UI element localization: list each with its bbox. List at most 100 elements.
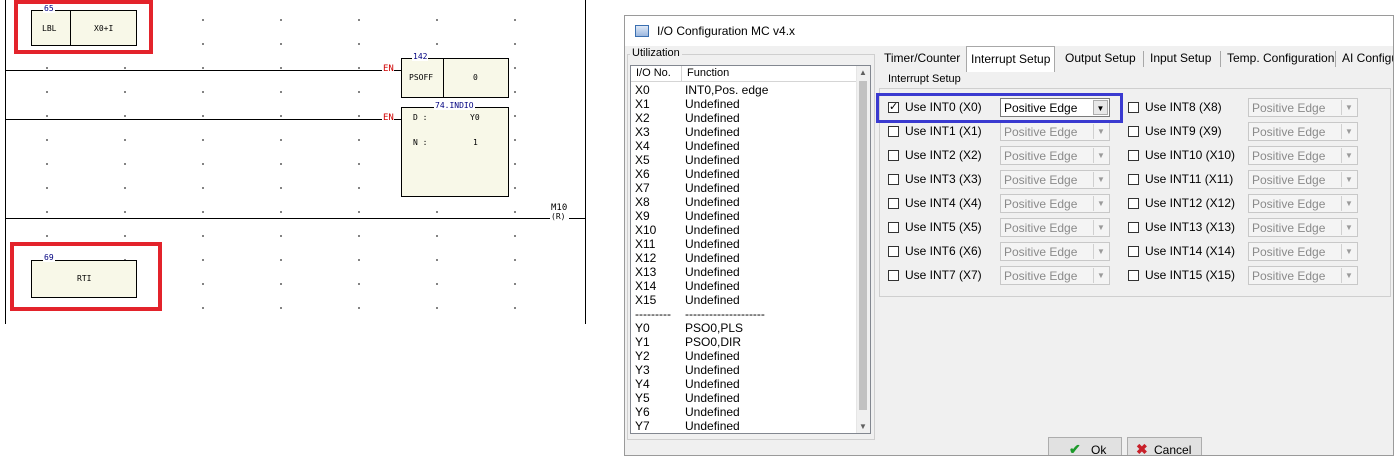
psoff-block[interactable]: PSOFF 0 bbox=[401, 58, 509, 98]
ok-button[interactable]: ✔ Ok bbox=[1048, 437, 1122, 455]
edge-select[interactable]: Positive Edge ▼ bbox=[1000, 266, 1110, 285]
int-checkbox[interactable] bbox=[1128, 150, 1139, 161]
column-header-io[interactable]: I/O No. bbox=[636, 67, 671, 79]
io-function: Undefined bbox=[685, 167, 740, 181]
int-checkbox-label[interactable]: Use INT9 (X9) bbox=[1145, 124, 1222, 138]
int-checkbox[interactable] bbox=[1128, 126, 1139, 137]
rung-line bbox=[5, 70, 382, 71]
int-checkbox-label[interactable]: Use INT14 (X14) bbox=[1145, 244, 1235, 258]
tab-ai-configu[interactable]: AI Configu bbox=[1338, 48, 1393, 71]
edge-select[interactable]: Positive Edge ▼ bbox=[1000, 194, 1110, 213]
x-icon: ✖ bbox=[1136, 441, 1148, 456]
int-checkbox-label[interactable]: Use INT3 (X3) bbox=[905, 172, 982, 186]
chevron-down-icon[interactable]: ▼ bbox=[1093, 220, 1108, 235]
io-number: Y0 bbox=[635, 321, 650, 335]
tab-output-setup[interactable]: Output Setup bbox=[1061, 48, 1140, 71]
int-checkbox-label[interactable]: Use INT13 (X13) bbox=[1145, 220, 1235, 234]
tab-input-setup[interactable]: Input Setup bbox=[1146, 48, 1215, 71]
chevron-down-icon[interactable]: ▼ bbox=[1341, 196, 1356, 211]
int-checkbox[interactable] bbox=[888, 222, 899, 233]
edge-select[interactable]: Positive Edge ▼ bbox=[1248, 170, 1358, 189]
chevron-down-icon[interactable]: ▼ bbox=[1093, 244, 1108, 259]
int-checkbox-label[interactable]: Use INT2 (X2) bbox=[905, 148, 982, 162]
tab-temp-configuration[interactable]: Temp. Configuration bbox=[1223, 48, 1338, 71]
io-function: Undefined bbox=[685, 223, 740, 237]
io-number: Y2 bbox=[635, 349, 650, 363]
int-checkbox-label[interactable]: Use INT10 (X10) bbox=[1145, 148, 1235, 162]
io-number: X3 bbox=[635, 125, 650, 139]
int-checkbox[interactable] bbox=[1128, 174, 1139, 185]
int-checkbox[interactable] bbox=[1128, 246, 1139, 257]
int-checkbox[interactable] bbox=[1128, 270, 1139, 281]
edge-select[interactable]: Positive Edge ▼ bbox=[1248, 146, 1358, 165]
chevron-down-icon[interactable]: ▼ bbox=[1093, 124, 1108, 139]
edge-select[interactable]: Positive Edge ▼ bbox=[1248, 194, 1358, 213]
int-checkbox[interactable] bbox=[888, 270, 899, 281]
tab-interrupt-setup[interactable]: Interrupt Setup bbox=[966, 46, 1056, 72]
int-checkbox[interactable] bbox=[1128, 222, 1139, 233]
int-checkbox[interactable] bbox=[1128, 102, 1139, 113]
int-checkbox-label[interactable]: Use INT12 (X12) bbox=[1145, 196, 1235, 210]
scroll-thumb[interactable] bbox=[859, 81, 867, 410]
io-number: X9 bbox=[635, 209, 650, 223]
scroll-down-icon[interactable]: ▼ bbox=[859, 422, 867, 431]
int-checkbox-label[interactable]: Use INT1 (X1) bbox=[905, 124, 982, 138]
edge-select[interactable]: Positive Edge ▼ bbox=[1248, 98, 1358, 117]
column-header-function[interactable]: Function bbox=[687, 67, 729, 79]
io-function: Undefined bbox=[685, 153, 740, 167]
int-checkbox[interactable] bbox=[888, 126, 899, 137]
highlight-box-lbl bbox=[14, 0, 153, 54]
int-checkbox-label[interactable]: Use INT7 (X7) bbox=[905, 268, 982, 282]
edge-select-value: Positive Edge bbox=[1252, 173, 1326, 187]
tab-timer-counter[interactable]: Timer/Counter bbox=[880, 48, 964, 71]
edge-select[interactable]: Positive Edge ▼ bbox=[1000, 242, 1110, 261]
title-bar[interactable]: I/O Configuration MC v4.x bbox=[625, 16, 1393, 46]
io-number: X13 bbox=[635, 265, 657, 279]
chevron-down-icon[interactable]: ▼ bbox=[1093, 148, 1108, 163]
edge-select[interactable]: Positive Edge ▼ bbox=[1000, 218, 1110, 237]
reset-coil[interactable]: (R) bbox=[551, 212, 565, 221]
chevron-down-icon[interactable]: ▼ bbox=[1341, 124, 1356, 139]
int-checkbox-label[interactable]: Use INT6 (X6) bbox=[905, 244, 982, 258]
io-function: Undefined bbox=[685, 419, 740, 433]
int-checkbox[interactable] bbox=[888, 198, 899, 209]
int-checkbox[interactable] bbox=[1128, 198, 1139, 209]
utilization-list[interactable]: I/O No. Function X0 INT0,Pos. edge X1 Undef… bbox=[630, 65, 871, 434]
chevron-down-icon[interactable]: ▼ bbox=[1341, 244, 1356, 259]
int-checkbox-label[interactable]: Use INT5 (X5) bbox=[905, 220, 982, 234]
int-checkbox-label[interactable]: Use INT8 (X8) bbox=[1145, 100, 1222, 114]
chevron-down-icon[interactable]: ▼ bbox=[1341, 100, 1356, 115]
int-checkbox-label[interactable]: Use INT4 (X4) bbox=[905, 196, 982, 210]
io-number: Y5 bbox=[635, 391, 650, 405]
int-checkbox[interactable] bbox=[888, 174, 899, 185]
tab-separator bbox=[1220, 51, 1221, 67]
io-function: Undefined bbox=[685, 391, 740, 405]
edge-select-value: Positive Edge bbox=[1004, 245, 1078, 259]
chevron-down-icon[interactable]: ▼ bbox=[1093, 196, 1108, 211]
edge-select[interactable]: Positive Edge ▼ bbox=[1248, 122, 1358, 141]
chevron-down-icon[interactable]: ▼ bbox=[1341, 220, 1356, 235]
edge-select[interactable]: Positive Edge ▼ bbox=[1248, 242, 1358, 261]
edge-select[interactable]: Positive Edge ▼ bbox=[1248, 218, 1358, 237]
io-number: X8 bbox=[635, 195, 650, 209]
scroll-up-icon[interactable]: ▲ bbox=[859, 68, 867, 77]
edge-select[interactable]: Positive Edge ▼ bbox=[1248, 266, 1358, 285]
chevron-down-icon[interactable]: ▼ bbox=[1093, 172, 1108, 187]
chevron-down-icon[interactable]: ▼ bbox=[1341, 268, 1356, 283]
int-checkbox-label[interactable]: Use INT11 (X11) bbox=[1145, 172, 1233, 186]
edge-select[interactable]: Positive Edge ▼ bbox=[1000, 170, 1110, 189]
io-function: Undefined bbox=[685, 125, 740, 139]
chevron-down-icon[interactable]: ▼ bbox=[1341, 172, 1356, 187]
io-number: X10 bbox=[635, 223, 657, 237]
cancel-button[interactable]: ✖ Cancel bbox=[1127, 437, 1202, 456]
int-checkbox-label[interactable]: Use INT15 (X15) bbox=[1145, 268, 1235, 282]
edge-select[interactable]: Positive Edge ▼ bbox=[1000, 122, 1110, 141]
indio-block[interactable]: D : Y0 N : 1 bbox=[401, 107, 509, 197]
edge-select[interactable]: Positive Edge ▼ bbox=[1000, 146, 1110, 165]
vertical-scrollbar[interactable]: ▲ ▼ bbox=[856, 66, 870, 433]
int-checkbox[interactable] bbox=[888, 150, 899, 161]
chevron-down-icon[interactable]: ▼ bbox=[1341, 148, 1356, 163]
int-checkbox[interactable] bbox=[888, 246, 899, 257]
io-number: X4 bbox=[635, 139, 650, 153]
chevron-down-icon[interactable]: ▼ bbox=[1093, 268, 1108, 283]
